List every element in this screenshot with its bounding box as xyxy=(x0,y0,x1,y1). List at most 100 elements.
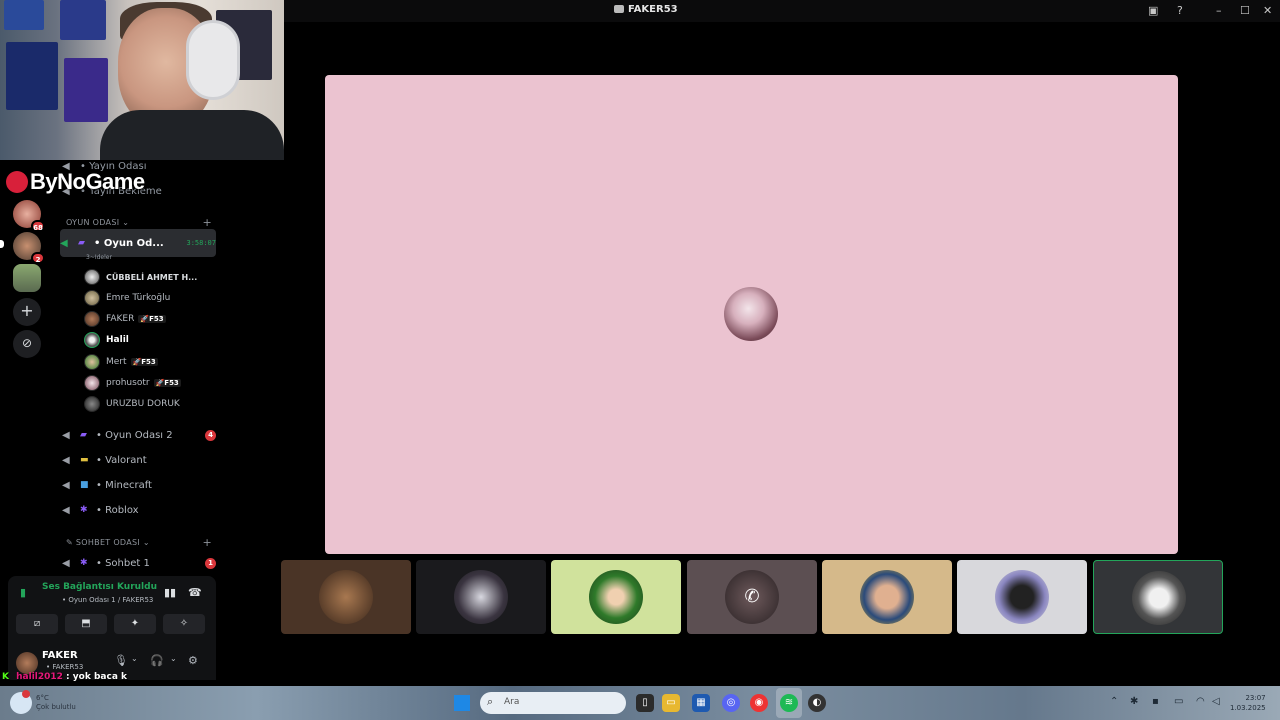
add-channel-icon[interactable]: + xyxy=(202,536,212,549)
spotify-icon[interactable]: ≋ xyxy=(780,694,798,712)
voice-member[interactable]: Mert 🚀F53 xyxy=(84,352,158,372)
discover-icon[interactable]: ⊘ xyxy=(13,330,41,358)
windows-start-icon[interactable] xyxy=(454,695,470,711)
clock[interactable]: 23:07 1.03.2025 xyxy=(1230,693,1266,713)
alien-icon: ✱ xyxy=(80,505,88,515)
signal-icon[interactable]: ▮ xyxy=(20,586,26,599)
headphones-icon[interactable]: 🎧 xyxy=(150,654,164,667)
chat-username: halil2012 xyxy=(16,672,63,682)
channel-minecraft[interactable]: ◀ ■ • Minecraft xyxy=(62,474,216,496)
tray-app-icon[interactable]: ▪ xyxy=(1152,696,1159,707)
participant-tile-3[interactable] xyxy=(551,560,681,634)
task-view-icon[interactable]: ▯ xyxy=(636,694,654,712)
minimize-icon[interactable]: – xyxy=(1216,4,1222,17)
voice-member[interactable]: Halil xyxy=(84,330,129,350)
participant-tile-1[interactable] xyxy=(281,560,411,634)
minecraft-icon: ■ xyxy=(80,480,89,490)
channel-status-text: 3~Ideler xyxy=(86,254,112,261)
member-name: Mert xyxy=(106,357,127,367)
voice-member[interactable]: prohusotr 🚀F53 xyxy=(84,373,181,393)
speaker-icon: ◀ xyxy=(62,454,70,466)
channel-name: • Oyun Odası 2 xyxy=(96,429,173,441)
chevron-down-icon[interactable]: ⌄ xyxy=(170,654,177,663)
discord-icon[interactable]: ◎ xyxy=(722,694,740,712)
role-tag-text: F53 xyxy=(141,358,156,366)
chrome-icon[interactable]: ◉ xyxy=(750,694,768,712)
avatar xyxy=(84,375,100,391)
channel-list: ◀ • Yayın Odası ◀ • Yayın Bekleme OYUN O… xyxy=(54,160,222,576)
speaker-icon: ◀ xyxy=(62,429,70,441)
server-icon-1[interactable]: 68 xyxy=(13,200,45,232)
server-icon-3[interactable] xyxy=(13,264,41,292)
alien-icon: ✱ xyxy=(80,558,88,568)
channel-oyun-odasi-active[interactable]: ◀ ▰ • Oyun Od... 3:58:07 xyxy=(60,229,216,257)
window-title: FAKER53 xyxy=(614,4,678,15)
poster xyxy=(6,42,58,110)
soundboard-button[interactable]: ✧ xyxy=(163,614,205,634)
network-icon[interactable]: ▭ xyxy=(1174,696,1183,707)
channel-name: • Minecraft xyxy=(96,479,152,491)
participant-avatar xyxy=(319,570,373,624)
channel-oyun-odasi-2[interactable]: ◀ ▰ • Oyun Odası 2 4 xyxy=(62,424,216,446)
activities-button[interactable]: ✦ xyxy=(114,614,156,634)
voice-status[interactable]: Ses Bağlantısı Kuruldu xyxy=(42,582,157,592)
add-server-icon[interactable]: + xyxy=(13,298,41,326)
participant-tile-7-speaking[interactable] xyxy=(1093,560,1223,634)
speaker-icon: ◀ xyxy=(62,504,70,516)
gear-icon[interactable]: ⚙ xyxy=(188,654,198,667)
chevron-down-icon[interactable]: ⌄ xyxy=(131,654,138,663)
store-icon[interactable]: ▦ xyxy=(692,694,710,712)
server-badge: 68 xyxy=(31,220,45,232)
participant-tile-5[interactable] xyxy=(822,560,952,634)
participant-tile-4[interactable]: ✆ xyxy=(687,560,817,634)
disconnect-icon[interactable]: ☎ xyxy=(188,586,202,599)
volume-icon[interactable]: ◁ xyxy=(1212,696,1220,707)
member-name: URUZBU DORUK xyxy=(106,399,180,409)
webcam-overlay xyxy=(0,0,284,160)
channel-timer: 3:58:07 xyxy=(186,239,216,247)
taskbar-search[interactable]: ⌕ Ara xyxy=(480,692,626,714)
voice-member[interactable]: URUZBU DORUK xyxy=(84,394,180,414)
clock-time: 23:07 xyxy=(1245,694,1266,702)
camera-off-button[interactable]: ⧄ xyxy=(16,614,58,634)
voice-member[interactable]: Emre Türkoğlu xyxy=(84,288,170,308)
maximize-icon[interactable]: ☐ xyxy=(1240,4,1250,17)
add-channel-icon[interactable]: + xyxy=(202,216,212,229)
wifi-icon[interactable]: ◠ xyxy=(1196,696,1205,707)
chat-separator: : xyxy=(62,672,73,682)
member-name: prohusotr xyxy=(106,378,150,388)
file-explorer-icon[interactable]: ▭ xyxy=(662,694,680,712)
avatar xyxy=(84,290,100,306)
taskbar: 6°C Çok bulutlu ⌕ Ara ▯ ▭ ▦ ◎ ◉ ≋ ◐ ⌃ ✱ … xyxy=(0,686,1280,720)
screen-share-button[interactable]: ⬒ xyxy=(65,614,107,634)
chevron-up-icon[interactable]: ⌃ xyxy=(1110,696,1118,707)
obs-icon[interactable]: ◐ xyxy=(808,694,826,712)
server-icon-2[interactable]: 2 xyxy=(13,232,45,264)
category-label: SOHBET ODASI ⌄ xyxy=(75,538,150,547)
server-pill-indicator xyxy=(0,240,4,248)
voice-channel-link[interactable]: • Oyun Odası 1 / FAKER53 xyxy=(62,596,153,604)
inbox-icon[interactable]: ▣ xyxy=(1148,4,1158,17)
channel-name: • Roblox xyxy=(96,504,139,516)
participant-tile-2[interactable] xyxy=(416,560,546,634)
channel-name: • Oyun Od... xyxy=(94,237,164,249)
channel-roblox[interactable]: ◀ ✱ • Roblox xyxy=(62,499,216,521)
voice-member[interactable]: FAKER 🚀F53 xyxy=(84,309,166,329)
channel-badge: 4 xyxy=(205,429,216,441)
avatar[interactable] xyxy=(16,652,38,674)
microphone-icon[interactable]: 🎙 xyxy=(114,654,128,667)
user-name[interactable]: FAKER xyxy=(42,650,78,661)
role-tag-text: F53 xyxy=(149,315,164,323)
help-icon[interactable]: ? xyxy=(1177,4,1183,17)
avatar xyxy=(84,269,100,285)
noise-suppression-icon[interactable]: ▮▮ xyxy=(164,586,176,599)
close-icon[interactable]: ✕ xyxy=(1263,4,1272,17)
channel-sohbet-1[interactable]: ◀ ✱ • Sohbet 1 1 xyxy=(62,552,216,574)
participant-tile-6[interactable] xyxy=(957,560,1087,634)
channel-valorant[interactable]: ◀ ▬ • Valorant xyxy=(62,449,216,471)
voice-member[interactable]: CÜBBELİ AHMET H... xyxy=(84,267,197,287)
brand-mark-icon xyxy=(6,171,28,193)
poster xyxy=(60,0,106,40)
category-sohbet-odasi[interactable]: ✎ SOHBET ODASI ⌄ + xyxy=(66,536,212,552)
tray-app-icon[interactable]: ✱ xyxy=(1130,696,1138,707)
